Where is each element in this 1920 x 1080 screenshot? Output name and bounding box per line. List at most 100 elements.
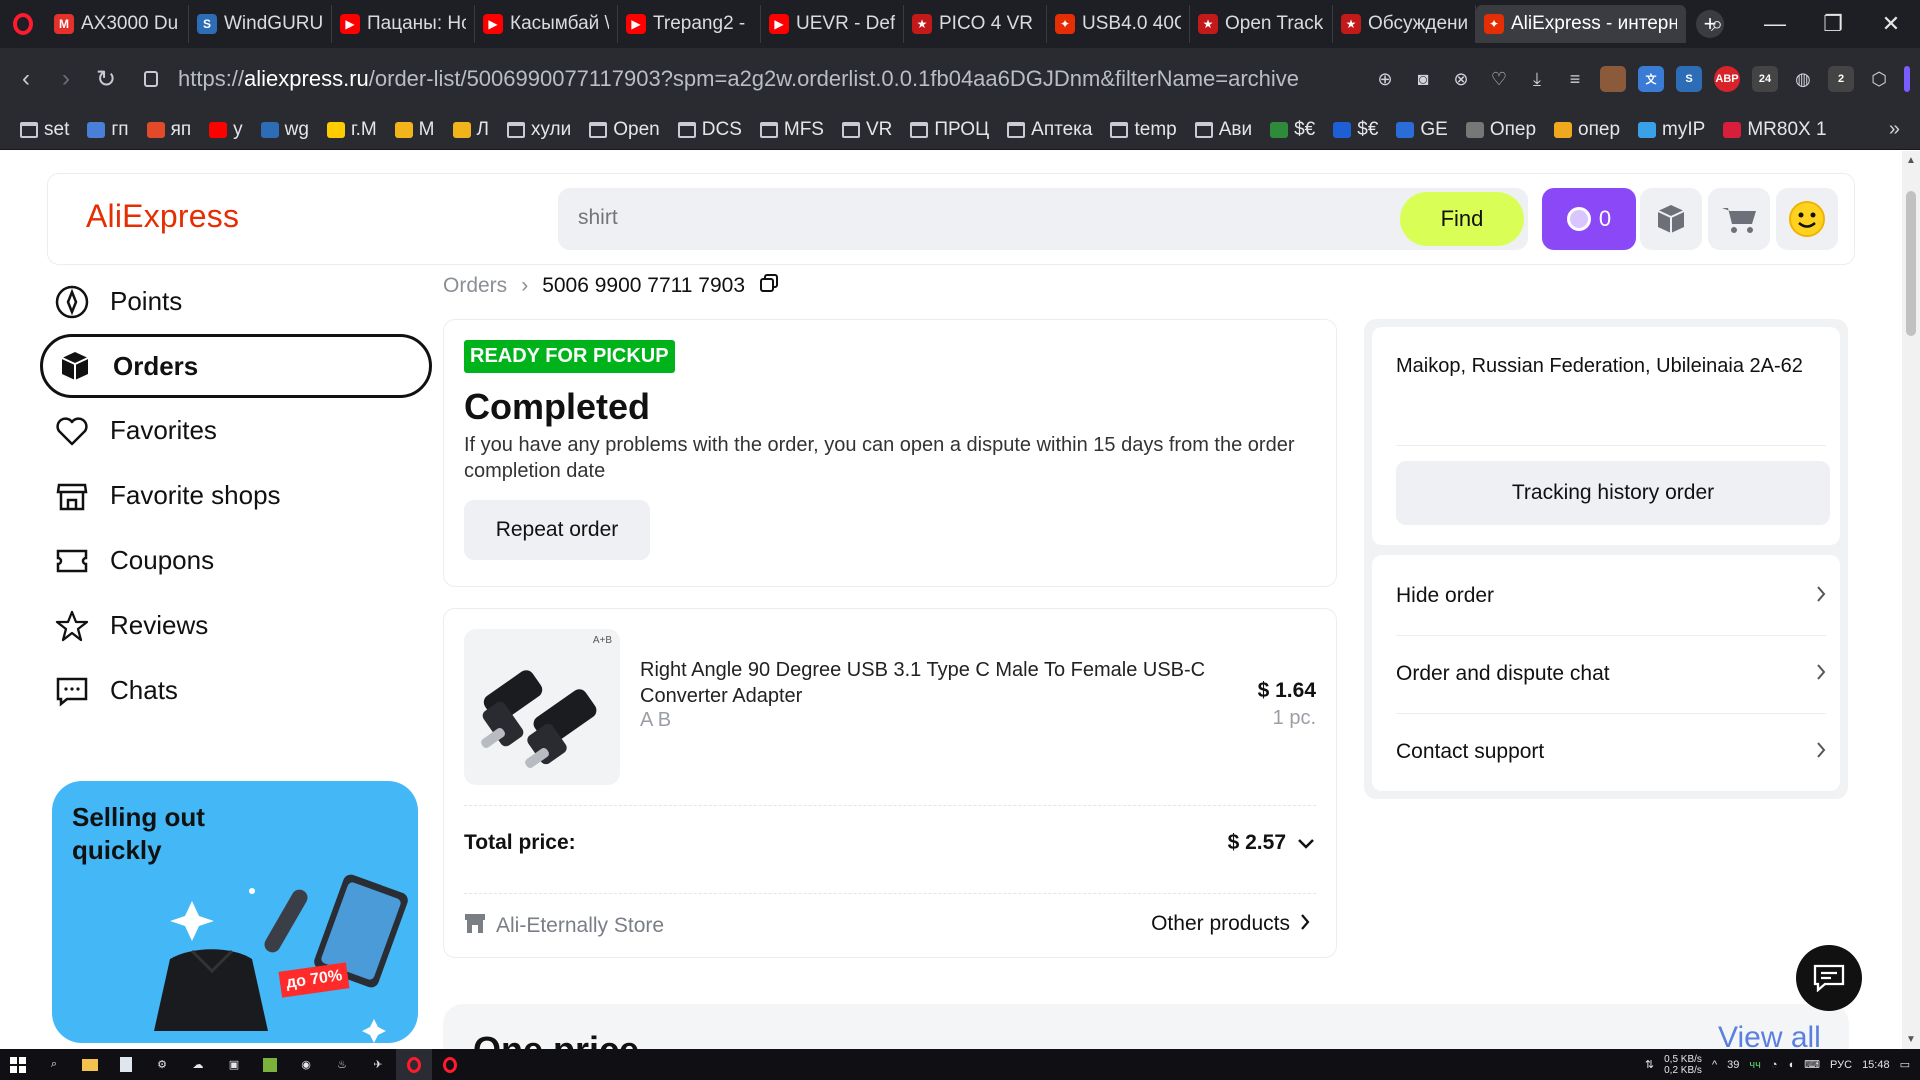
adblock-shield-icon[interactable]: ⊗ bbox=[1448, 66, 1474, 92]
profile-avatar-icon[interactable] bbox=[1600, 66, 1626, 92]
reload-button[interactable]: ↻ bbox=[86, 65, 126, 94]
browser-tab[interactable]: ▶ UEVR - Defa bbox=[761, 5, 904, 43]
tracking-history-button[interactable]: Tracking history order bbox=[1396, 461, 1830, 525]
tab-active[interactable]: ✦ AliExpress - интерн bbox=[1476, 5, 1686, 43]
plane-app-icon[interactable]: ✈ bbox=[360, 1049, 396, 1080]
opera-taskbar-icon[interactable] bbox=[432, 1049, 468, 1080]
forward-button[interactable]: › bbox=[46, 65, 86, 93]
sidebar-item-coupons[interactable]: Coupons bbox=[40, 528, 432, 593]
browser-tab[interactable]: S WindGURU bbox=[189, 5, 332, 43]
zoom-icon[interactable]: ⊕ bbox=[1372, 66, 1398, 92]
search-tabs-icon[interactable]: ⌕ bbox=[1688, 11, 1746, 37]
bookmark-item[interactable]: гп bbox=[87, 119, 129, 141]
extensions-cube-icon[interactable]: ⬡ bbox=[1866, 66, 1892, 92]
download-icon[interactable]: ⤓ bbox=[1524, 66, 1550, 92]
vpn-globe-icon[interactable]: ◍ bbox=[1790, 66, 1816, 92]
back-button[interactable]: ‹ bbox=[6, 65, 46, 93]
copy-icon[interactable] bbox=[759, 273, 779, 299]
bookmark-item[interactable]: myIP bbox=[1638, 119, 1705, 141]
order-dispute-chat-link[interactable]: Order and dispute chat bbox=[1396, 635, 1826, 713]
bookmark-item[interactable]: DCS bbox=[677, 119, 742, 141]
easy-setup-icon[interactable]: ≡ bbox=[1562, 66, 1588, 92]
bookmark-heart-icon[interactable]: ♡ bbox=[1486, 66, 1512, 92]
profile-header-button[interactable] bbox=[1776, 188, 1838, 250]
view-all-link[interactable]: View all bbox=[1718, 1021, 1821, 1049]
bookmark-item[interactable]: Аптека bbox=[1007, 119, 1092, 141]
search-icon[interactable]: ⌕ bbox=[36, 1049, 72, 1080]
browser-tab[interactable]: ▶ Trepang2 - bbox=[618, 5, 761, 43]
scroll-up-icon[interactable]: ▲ bbox=[1906, 155, 1916, 166]
cart-header-button[interactable] bbox=[1708, 188, 1770, 250]
notification-icon[interactable]: ▭ bbox=[1900, 1058, 1910, 1071]
sidebar-toggle-icon[interactable] bbox=[1904, 66, 1910, 92]
magnifier-app-icon[interactable]: ⚙ bbox=[144, 1049, 180, 1080]
sidebar-item-points[interactable]: Points bbox=[40, 269, 432, 334]
contact-support-link[interactable]: Contact support bbox=[1396, 713, 1826, 791]
file-explorer-icon[interactable] bbox=[72, 1049, 108, 1080]
orders-header-button[interactable] bbox=[1640, 188, 1702, 250]
bookmark-item[interactable]: у bbox=[209, 119, 243, 141]
wifi-icon[interactable]: ◔ bbox=[1771, 1059, 1778, 1071]
notes-app-icon[interactable] bbox=[252, 1049, 288, 1080]
bookmark-item[interactable]: temp bbox=[1110, 119, 1177, 141]
scrollbar-thumb[interactable] bbox=[1906, 191, 1916, 336]
product-title[interactable]: Right Angle 90 Degree USB 3.1 Type C Mal… bbox=[640, 657, 1220, 709]
bookmark-item[interactable]: г.М bbox=[326, 119, 377, 141]
clock[interactable]: 15:48 bbox=[1862, 1059, 1890, 1071]
tray-app-icon[interactable]: чч bbox=[1749, 1059, 1760, 1071]
product-image[interactable]: A+B bbox=[464, 629, 620, 785]
minimize-button[interactable]: — bbox=[1746, 11, 1804, 37]
restore-button[interactable]: ❐ bbox=[1804, 11, 1862, 37]
sidebar-item-reviews[interactable]: Reviews bbox=[40, 593, 432, 658]
adblock-plus-extension-icon[interactable]: ABP bbox=[1714, 66, 1740, 92]
bookmarks-overflow-icon[interactable]: » bbox=[1889, 118, 1900, 141]
sidebar-item-chats[interactable]: Chats bbox=[40, 658, 432, 723]
bookmark-item[interactable]: Ави bbox=[1194, 119, 1252, 141]
bookmark-item[interactable]: М bbox=[394, 119, 435, 141]
camera-icon[interactable]: ◙ bbox=[1410, 66, 1436, 92]
bookmark-item[interactable]: ПРОЦ bbox=[910, 119, 989, 141]
page-scrollbar[interactable]: ▲ ▼ bbox=[1902, 151, 1920, 1049]
coins-button[interactable]: 0 bbox=[1542, 188, 1636, 250]
url-field[interactable]: https://aliexpress.ru/order-list/5006990… bbox=[144, 66, 1299, 92]
browser-tab[interactable]: M AX3000 Du bbox=[46, 5, 189, 43]
promo-banner[interactable]: Selling out quickly до 70% bbox=[52, 781, 418, 1043]
opera-menu-icon[interactable] bbox=[0, 0, 46, 48]
other-products-link[interactable]: Other products bbox=[1151, 912, 1310, 936]
language-indicator[interactable]: РУС bbox=[1830, 1059, 1852, 1071]
browser-tab[interactable]: ★ Обсуждени bbox=[1333, 5, 1476, 43]
repeat-order-button[interactable]: Repeat order bbox=[464, 500, 650, 560]
breadcrumb-orders-link[interactable]: Orders bbox=[443, 274, 507, 298]
browser-tab[interactable]: ▶ Касымбай \ bbox=[475, 5, 618, 43]
browser-tab[interactable]: ▶ Пацаны: Нс bbox=[332, 5, 475, 43]
opera-gx-taskbar-icon[interactable] bbox=[396, 1049, 432, 1080]
bookmark-item[interactable]: MR80X 1 bbox=[1723, 119, 1827, 141]
bookmark-item[interactable]: MFS bbox=[759, 119, 824, 141]
bookmark-item[interactable]: VR bbox=[841, 119, 892, 141]
sidebar-item-favorite-shops[interactable]: Favorite shops bbox=[40, 463, 432, 528]
sidebar-item-orders[interactable]: Orders bbox=[40, 334, 432, 398]
gamepad-app-icon[interactable]: ♨ bbox=[324, 1049, 360, 1080]
close-window-button[interactable]: ✕ bbox=[1862, 11, 1920, 37]
browser-tab[interactable]: ★ PICO 4 VR bbox=[904, 5, 1047, 43]
windguru-extension-icon[interactable]: S bbox=[1676, 66, 1702, 92]
bookmark-item[interactable]: опер bbox=[1554, 119, 1620, 141]
store-link[interactable]: Ali-Eternally Store bbox=[464, 912, 664, 940]
bookmark-item[interactable]: set bbox=[20, 119, 69, 141]
browser-tab[interactable]: ✦ USB4.0 40G bbox=[1047, 5, 1190, 43]
store-app-icon[interactable]: ▣ bbox=[216, 1049, 252, 1080]
scroll-down-icon[interactable]: ▼ bbox=[1906, 1034, 1916, 1045]
bookmark-item[interactable]: Опер bbox=[1465, 119, 1536, 141]
bookmark-item[interactable]: хули bbox=[506, 119, 571, 141]
bookmark-item[interactable]: $€ bbox=[1270, 119, 1315, 141]
bookmark-item[interactable]: GE bbox=[1396, 119, 1448, 141]
bookmark-item[interactable]: Л bbox=[452, 119, 489, 141]
hide-order-link[interactable]: Hide order bbox=[1396, 557, 1826, 635]
notepad-icon[interactable] bbox=[108, 1049, 144, 1080]
bookmark-item[interactable]: $€ bbox=[1333, 119, 1378, 141]
sidebar-item-favorites[interactable]: Favorites bbox=[40, 398, 432, 463]
tray-chevron-icon[interactable]: ^ bbox=[1712, 1059, 1717, 1071]
browser-tab[interactable]: ★ Open Track bbox=[1190, 5, 1333, 43]
bookmark-item[interactable]: wg bbox=[260, 119, 309, 141]
aliexpress-logo[interactable]: AliExpress bbox=[86, 198, 239, 235]
